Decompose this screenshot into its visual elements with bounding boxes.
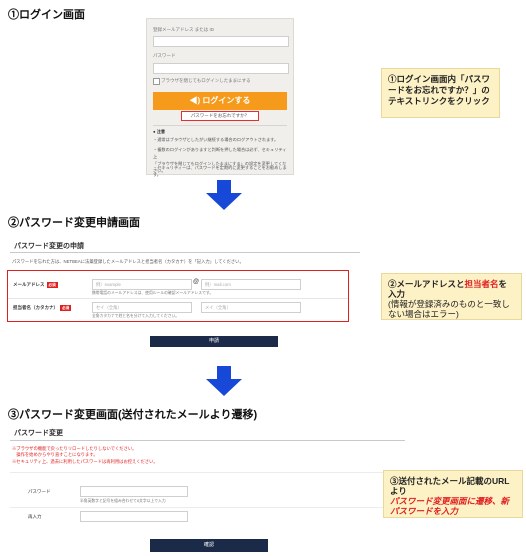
password-label: パスワード	[153, 53, 176, 58]
first-name-input[interactable]: メイ（全角）	[201, 302, 301, 313]
divider	[10, 507, 405, 508]
last-name-input[interactable]: セイ（全角）	[92, 302, 192, 313]
down-arrow-icon	[206, 366, 242, 396]
down-arrow-icon	[206, 180, 242, 210]
divider	[8, 298, 348, 299]
step3-heading: パスワード変更	[14, 430, 63, 437]
step3-title: ③パスワード変更画面(送付されたメールより遷移)	[8, 409, 258, 421]
email-local-input[interactable]: 例）example	[92, 279, 192, 290]
forgot-password-link[interactable]: パスワードをお忘れですか？	[181, 111, 259, 121]
new-password-input[interactable]	[80, 486, 188, 497]
warning-3: ※セキュリティ上、過去に利用したパスワードは再利用はお控えください。	[12, 459, 158, 464]
step2-callout-text-a: ②メールアドレスと	[388, 279, 465, 289]
email-label: 登録メールアドレス または ID	[153, 27, 214, 32]
remember-checkbox[interactable]	[153, 78, 160, 85]
new-password-label: パスワード	[28, 489, 51, 494]
step3-callout-text: ③送付されたメール記載のURLより	[390, 476, 510, 496]
step2-heading: パスワード変更の申請	[14, 243, 84, 250]
password-input[interactable]	[153, 63, 289, 74]
info-icon: ●	[153, 129, 156, 134]
step2-callout-highlight: 担当者名	[464, 279, 499, 289]
step2-title: ②パスワード変更申請画面	[8, 217, 140, 229]
last-name-placeholder: セイ（全角）	[96, 305, 122, 310]
step2-form-highlight: メールアドレス 必須 例）example @ 例）mail.com 携帯電話のメー…	[7, 270, 349, 322]
email-local-placeholder: 例）example	[96, 282, 121, 287]
name-hint: 全角カタカナで姓と名を分けて入力してください。	[92, 314, 180, 318]
notes-heading: ● 注意	[153, 128, 165, 135]
step1-callout: ①ログイン画面内「パスワードをお忘れですか？」のテキストリンクをクリック	[381, 68, 500, 118]
email-domain-input[interactable]: 例）mail.com	[201, 279, 301, 290]
required-badge: 必須	[60, 305, 72, 311]
name-field-label: 担当者名（カタカナ） 必須	[13, 305, 72, 311]
name-field-label-text: 担当者名（カタカナ）	[13, 305, 58, 311]
email-input[interactable]	[153, 36, 289, 47]
note-1: ・通常はブラウザとしたがい継続する場合のログアウトされます。	[153, 137, 279, 142]
remember-label: ブラウザを閉じてもログインしたままにする	[161, 78, 251, 83]
warning-2: 操作を始めからやり直すことになります。	[12, 452, 98, 457]
step3-callout: ③送付されたメール記載のURLより パスワード変更画面に遷移、新パスワードを入力	[383, 470, 523, 518]
step2-callout-note: (情報が登録済みのものと一致しない場合はエラー)	[388, 299, 510, 319]
required-badge: 必須	[46, 282, 58, 288]
email-domain-placeholder: 例）mail.com	[205, 282, 231, 287]
login-button[interactable]: ◀) ログインする	[153, 92, 287, 110]
step1-title: ①ログイン画面	[8, 9, 85, 21]
confirm-button[interactable]: 確認	[150, 539, 268, 552]
at-sign: @	[193, 279, 200, 285]
divider	[153, 125, 287, 126]
email-field-label: メールアドレス 必須	[13, 282, 58, 288]
divider	[10, 440, 405, 441]
password-hint: 半角英数字と記号を組み合わせて8文字以上で入力	[80, 499, 166, 503]
first-name-placeholder: メイ（全角）	[205, 305, 231, 310]
notes-heading-text: 注意	[156, 129, 166, 134]
login-panel: 登録メールアドレス または ID パスワード ブラウザを閉じてもログインしたまま…	[146, 18, 294, 177]
email-hint: 携帯電話のメールアドレスは、使用ルールの確認メールアドレスです。	[92, 291, 214, 295]
email-field-label-text: メールアドレス	[13, 282, 45, 288]
confirm-password-label: 再入力	[28, 514, 42, 519]
step3-callout-highlight: パスワード変更画面に遷移、新パスワードを入力	[390, 496, 510, 516]
submit-request-button[interactable]: 申請	[150, 336, 278, 347]
note-3: ・セキュリティーは、パスワードを定期的に変更することをお勧めします。	[153, 165, 287, 177]
divider	[10, 252, 360, 253]
confirm-password-input[interactable]	[80, 511, 188, 522]
step2-callout: ②メールアドレスと担当者名を入力 (情報が登録済みのものと一致しない場合はエラー…	[381, 273, 522, 320]
step2-intro: パスワードを忘れた方は、NETBEAに法薬登録したメールアドレスと担当者名（カタ…	[12, 259, 244, 264]
divider	[10, 472, 405, 473]
